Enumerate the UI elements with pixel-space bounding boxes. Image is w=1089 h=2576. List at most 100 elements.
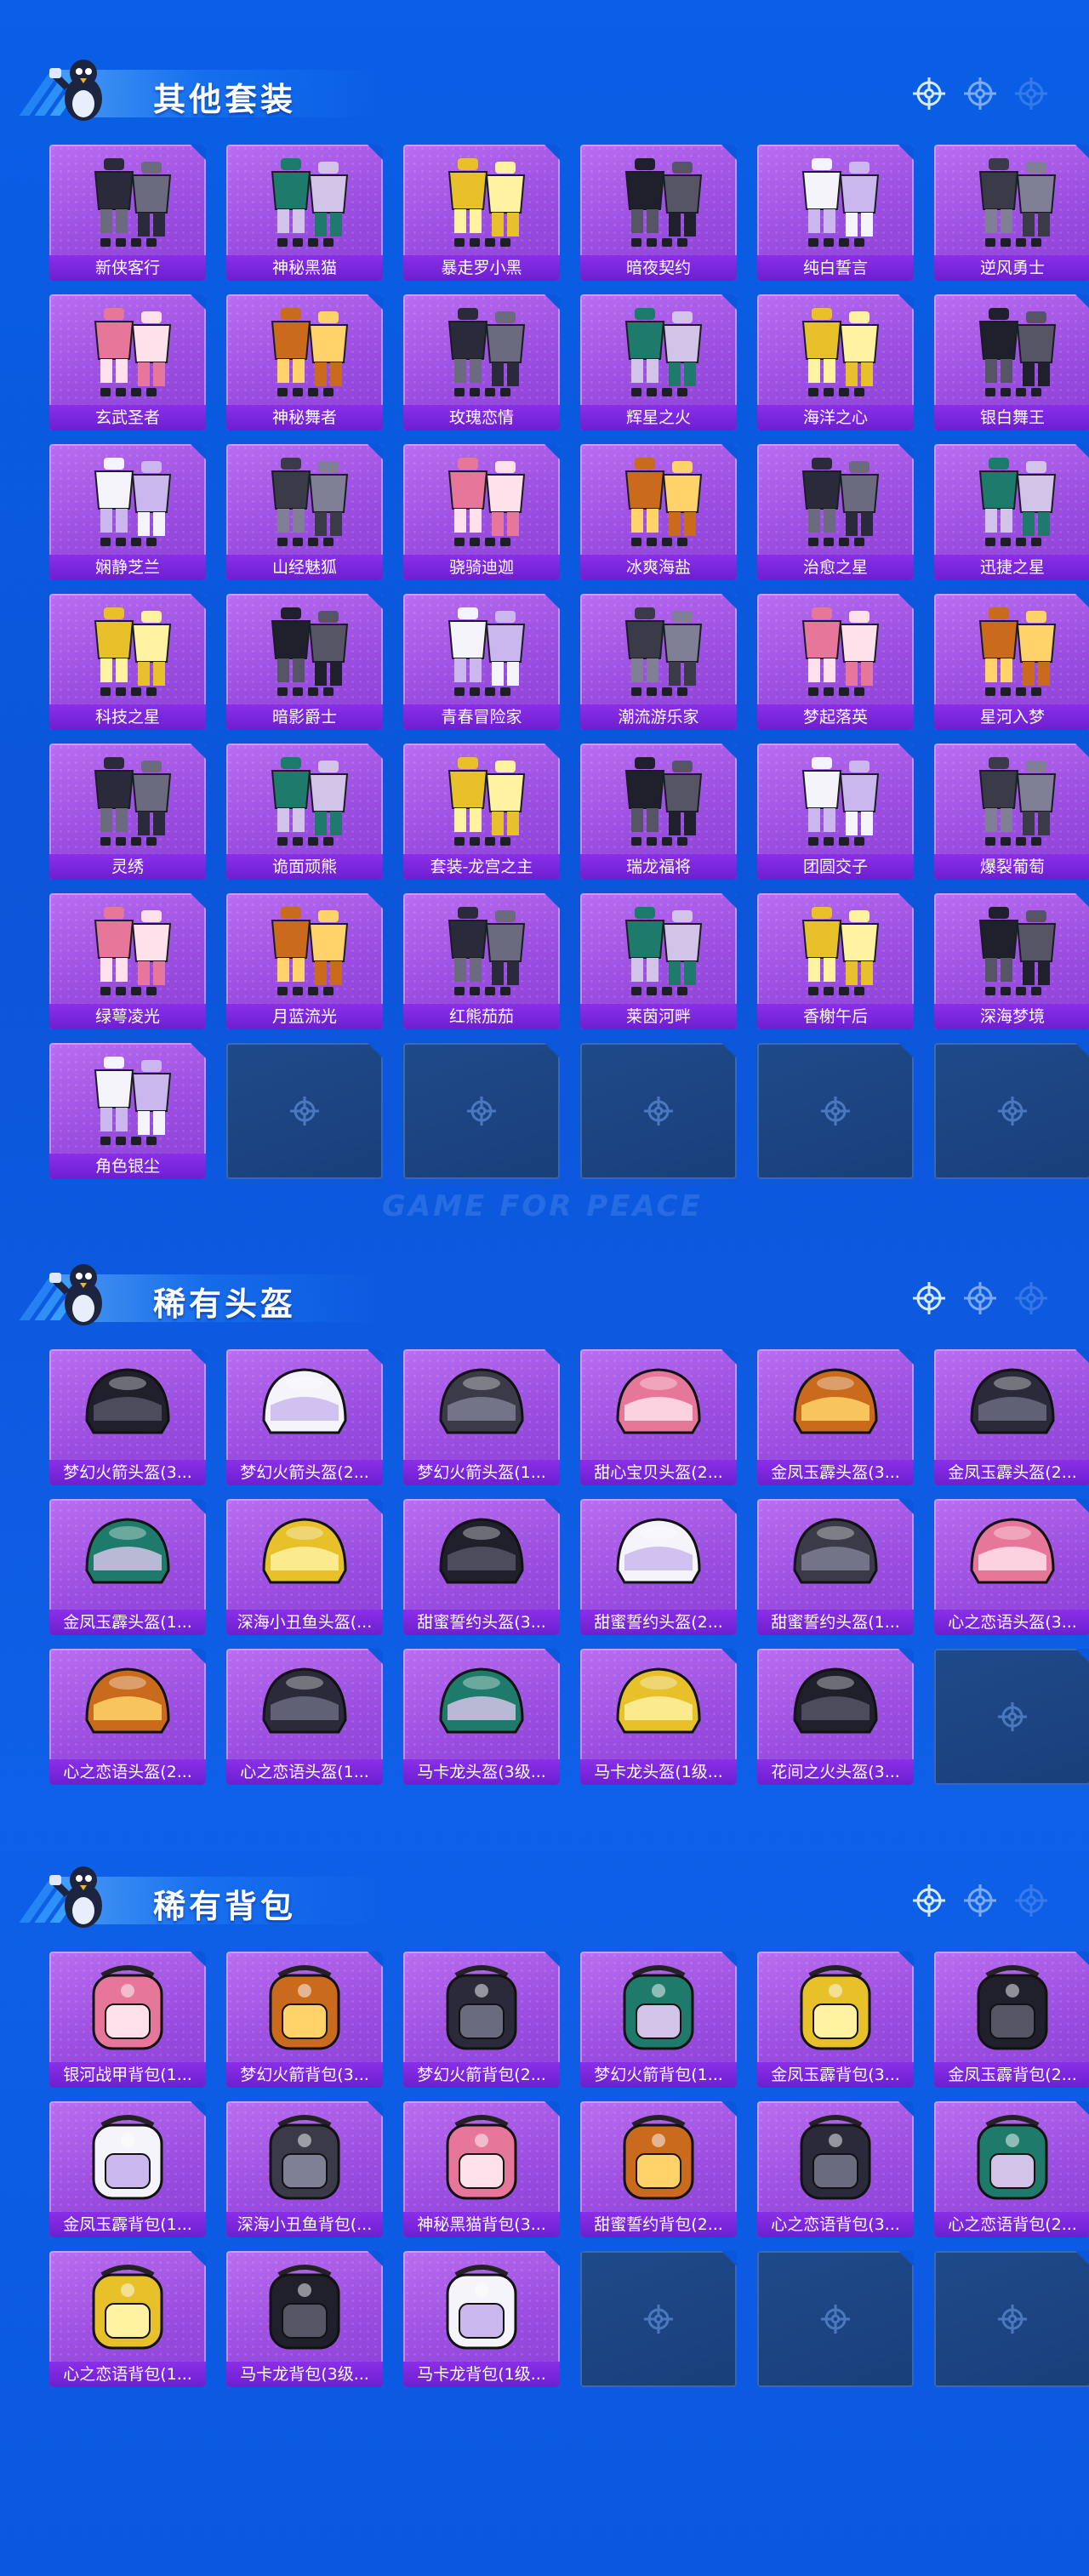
item-card[interactable]: 甜心宝贝头盔(2... — [580, 1349, 737, 1485]
item-name: 娴静芝兰 — [49, 555, 206, 580]
helmet-image — [439, 1368, 524, 1434]
item-card[interactable]: 绿萼凌光 — [49, 893, 206, 1029]
item-card[interactable]: 深海梦境 — [934, 893, 1089, 1029]
backpack-image — [269, 1965, 340, 2050]
item-card[interactable]: 暗夜契约 — [580, 145, 737, 281]
item-card[interactable]: 玫瑰恋情 — [403, 294, 560, 430]
item-card[interactable]: 银白舞王 — [934, 294, 1089, 430]
item-card[interactable]: 青春冒险家 — [403, 594, 560, 730]
card-corner-notch — [898, 1043, 914, 1058]
item-card[interactable]: 甜蜜誓约头盔(2... — [580, 1499, 737, 1635]
item-card[interactable]: 骁骑迪迦 — [403, 444, 560, 580]
item-card[interactable]: 香榭午后 — [757, 893, 914, 1029]
backpack-image — [92, 2265, 163, 2350]
item-card[interactable]: 梦起落英 — [757, 594, 914, 730]
item-card[interactable]: 梦幻火箭头盔(3... — [49, 1349, 206, 1485]
item-card[interactable]: 心之恋语头盔(1... — [226, 1649, 383, 1785]
item-card[interactable]: 甜蜜誓约背包(2... — [580, 2101, 737, 2237]
item-card[interactable]: 金凤玉霹背包(2... — [934, 1952, 1089, 2088]
item-card[interactable]: 马卡龙头盔(3级... — [403, 1649, 560, 1785]
card-corner-notch — [368, 145, 383, 160]
helmet-image — [616, 1518, 701, 1584]
empty-slot — [934, 1649, 1089, 1785]
item-card[interactable]: 梦幻火箭头盔(2... — [226, 1349, 383, 1485]
card-corner-notch — [191, 444, 206, 459]
outfit-image — [624, 907, 703, 995]
helmet-image — [793, 1368, 878, 1434]
item-card[interactable]: 梦幻火箭背包(1... — [580, 1952, 737, 2088]
item-card[interactable]: 甜蜜誓约头盔(1... — [757, 1499, 914, 1635]
item-card[interactable]: 梦幻火箭背包(2... — [403, 1952, 560, 2088]
backpack-image — [623, 2115, 694, 2200]
item-card[interactable]: 心之恋语背包(1... — [49, 2251, 206, 2387]
item-card[interactable]: 潮流游乐家 — [580, 594, 737, 730]
item-card[interactable]: 心之恋语背包(2... — [934, 2101, 1089, 2237]
item-name: 海洋之心 — [757, 405, 914, 430]
item-card[interactable]: 月蓝流光 — [226, 893, 383, 1029]
item-card[interactable]: 甜蜜誓约头盔(3... — [403, 1499, 560, 1635]
item-card[interactable]: 逆风勇士 — [934, 145, 1089, 281]
item-card[interactable]: 梦幻火箭背包(3... — [226, 1952, 383, 2088]
item-name: 金凤玉霹头盔(3... — [757, 1460, 914, 1485]
card-corner-notch — [898, 2251, 914, 2266]
item-card[interactable]: 红熊茄茄 — [403, 893, 560, 1029]
item-card[interactable]: 星河入梦 — [934, 594, 1089, 730]
item-card[interactable]: 心之恋语头盔(2... — [49, 1649, 206, 1785]
item-card[interactable]: 金凤玉霹头盔(1... — [49, 1499, 206, 1635]
item-card[interactable]: 诡面顽熊 — [226, 744, 383, 880]
item-card[interactable]: 娴静芝兰 — [49, 444, 206, 580]
card-corner-notch — [544, 1649, 560, 1664]
item-card[interactable]: 治愈之星 — [757, 444, 914, 580]
item-name: 银白舞王 — [934, 405, 1089, 430]
item-card[interactable]: 辉星之火 — [580, 294, 737, 430]
item-card[interactable]: 马卡龙背包(3级... — [226, 2251, 383, 2387]
item-card[interactable]: 金凤玉霹头盔(2... — [934, 1349, 1089, 1485]
item-card[interactable]: 深海小丑鱼背包(... — [226, 2101, 383, 2237]
outfit-image — [94, 907, 172, 995]
item-name: 心之恋语背包(1... — [49, 2362, 206, 2387]
item-card[interactable]: 冰爽海盐 — [580, 444, 737, 580]
item-card[interactable]: 深海小丑鱼头盔(... — [226, 1499, 383, 1635]
item-card[interactable]: 心之恋语背包(3... — [757, 2101, 914, 2237]
item-card[interactable]: 金凤玉霹头盔(3... — [757, 1349, 914, 1485]
backpack-image — [800, 1965, 871, 2050]
item-card[interactable]: 金凤玉霹背包(1... — [49, 2101, 206, 2237]
card-corner-notch — [721, 2251, 737, 2266]
item-card[interactable]: 团圆交子 — [757, 744, 914, 880]
backpack-image — [977, 1965, 1048, 2050]
item-card[interactable]: 玄武圣者 — [49, 294, 206, 430]
outfit-image — [978, 757, 1057, 846]
item-card[interactable]: 马卡龙背包(1级... — [403, 2251, 560, 2387]
item-card[interactable]: 新侠客行 — [49, 145, 206, 281]
item-card[interactable]: 神秘黑猫背包(3... — [403, 2101, 560, 2237]
empty-slot — [226, 1043, 383, 1179]
item-card[interactable]: 暗影爵士 — [226, 594, 383, 730]
item-card[interactable]: 迅捷之星 — [934, 444, 1089, 580]
item-card[interactable]: 银河战甲背包(1... — [49, 1952, 206, 2088]
penguin-mascot-icon — [49, 1866, 102, 1928]
item-card[interactable]: 花间之火头盔(3... — [757, 1649, 914, 1785]
item-card[interactable]: 神秘黑猫 — [226, 145, 383, 281]
item-name: 青春冒险家 — [403, 704, 560, 730]
item-card[interactable]: 套装-龙宫之主 — [403, 744, 560, 880]
item-card[interactable]: 灵绣 — [49, 744, 206, 880]
item-card[interactable]: 海洋之心 — [757, 294, 914, 430]
item-name: 神秘黑猫背包(3... — [403, 2212, 560, 2237]
item-card[interactable]: 金凤玉霹背包(3... — [757, 1952, 914, 2088]
item-name: 心之恋语头盔(1... — [226, 1759, 383, 1785]
card-corner-notch — [544, 2101, 560, 2117]
item-card[interactable]: 神秘舞者 — [226, 294, 383, 430]
card-corner-notch — [544, 893, 560, 909]
item-card[interactable]: 马卡龙头盔(1级... — [580, 1649, 737, 1785]
item-card[interactable]: 暴走罗小黑 — [403, 145, 560, 281]
item-card[interactable]: 山经魅狐 — [226, 444, 383, 580]
item-card[interactable]: 梦幻火箭头盔(1... — [403, 1349, 560, 1485]
item-card[interactable]: 科技之星 — [49, 594, 206, 730]
item-card[interactable]: 角色银尘 — [49, 1043, 206, 1179]
item-card[interactable]: 瑞龙福将 — [580, 744, 737, 880]
item-card[interactable]: 心之恋语头盔(3... — [934, 1499, 1089, 1635]
penguin-mascot-icon — [49, 1264, 102, 1325]
item-card[interactable]: 爆裂葡萄 — [934, 744, 1089, 880]
item-card[interactable]: 莱茵河畔 — [580, 893, 737, 1029]
item-card[interactable]: 纯白誓言 — [757, 145, 914, 281]
